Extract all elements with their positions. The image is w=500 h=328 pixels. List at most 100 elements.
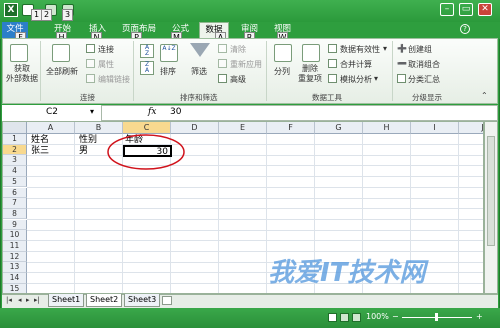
group-separator [266,41,267,101]
grid-hline [27,229,483,231]
row-header-6[interactable]: 6 [3,187,27,198]
vertical-scrollbar[interactable] [484,121,498,294]
grid-hline [27,154,483,156]
text-to-columns-button[interactable]: 分列 [274,66,290,77]
ungroup-icon: ➖ [397,59,407,68]
column-header-F[interactable]: F [267,122,315,134]
column-header-G[interactable]: G [315,122,363,134]
sheet-nav-first-icon[interactable]: |◂ [6,296,12,304]
sheet-tab-sheet1[interactable]: Sheet1 [48,294,85,307]
select-all-corner[interactable] [3,122,27,134]
zoom-in-icon[interactable]: + [476,312,483,321]
connections-icon [86,44,95,53]
annotation-ellipse-shape [107,134,185,170]
data-validation-button[interactable]: 数据有效性 [340,44,380,55]
filter-button[interactable]: 筛选 [191,66,207,77]
what-if-dropdown-icon[interactable]: ▾ [374,74,378,83]
column-header-J[interactable]: J [459,122,483,134]
group-icon: ➕ [397,44,407,53]
grid-hline [27,197,483,199]
name-box[interactable]: C2 ▾ [2,105,102,121]
remove-duplicates-button[interactable]: 删除 重复项 [298,64,322,84]
grid-vline [74,134,75,293]
consolidate-button[interactable]: 合并计算 [340,59,372,70]
group-button[interactable]: 创建组 [408,44,432,55]
filter-icon [190,43,210,57]
fx-icon[interactable]: fx [148,107,156,117]
zoom-level[interactable]: 100% [366,312,389,321]
row-header-11[interactable]: 11 [3,241,27,252]
subtotal-button[interactable]: 分类汇总 [408,74,440,85]
ungroup-button[interactable]: 取消组合 [408,59,440,70]
row-header-8[interactable]: 8 [3,208,27,220]
close-button[interactable]: ✕ [478,3,492,16]
sheet-tab-sheet3[interactable]: Sheet3 [124,294,161,307]
collapse-ribbon-icon[interactable]: ⌃ [481,91,488,100]
sheet-nav-last-icon[interactable]: ▸| [34,296,40,304]
refresh-all-icon [52,44,70,62]
clear-button[interactable]: 清除 [230,44,246,55]
sheet-nav-prev-icon[interactable]: ◂ [18,296,22,304]
row-header-15[interactable]: 15 [3,283,27,293]
grid-vline [266,134,267,293]
normal-view-icon[interactable] [328,313,337,322]
connections-button[interactable]: 连接 [98,44,114,55]
reapply-button[interactable]: 重新应用 [230,59,262,70]
group-connections-label: 连接 [80,93,95,102]
row-header-4[interactable]: 4 [3,166,27,177]
cell-B2[interactable]: 男 [79,146,88,156]
row-header-9[interactable]: 9 [3,219,27,231]
properties-button[interactable]: 属性 [98,59,114,70]
sheet-tab-sheet2[interactable]: Sheet2 [86,294,123,307]
row-header-14[interactable]: 14 [3,273,27,284]
get-external-data-button[interactable]: 获取 外部数据 [6,64,38,84]
data-validation-dropdown-icon[interactable]: ▾ [383,44,387,53]
page-layout-view-icon[interactable] [340,313,349,322]
what-if-button[interactable]: 模拟分析 [340,74,372,85]
grid-hline [27,176,483,178]
minimize-button[interactable]: – [440,3,454,16]
edit-links-button[interactable]: 编辑链接 [98,74,130,85]
zoom-out-icon[interactable]: − [392,312,399,321]
help-icon[interactable]: ? [460,24,470,34]
grid-hline [27,208,483,210]
formula-input[interactable]: 30 [170,107,181,117]
sort-ascending-icon[interactable]: AZ [140,44,154,58]
column-header-H[interactable]: H [363,122,411,134]
row-header-2[interactable]: 2 [3,144,27,156]
consolidate-icon [328,59,337,68]
insert-sheet-icon[interactable] [162,296,172,305]
sort-descending-icon[interactable]: ZA [140,61,154,75]
row-header-5[interactable]: 5 [3,176,27,188]
row-header-12[interactable]: 12 [3,251,27,263]
group-sort-filter-label: 排序和筛选 [180,93,218,102]
sheet-tab-label: Sheet2 [90,295,119,304]
name-box-dropdown-icon[interactable]: ▾ [90,107,94,116]
edit-links-icon [86,74,95,83]
row-header-10[interactable]: 10 [3,230,27,241]
refresh-all-button[interactable]: 全部刷新 [46,66,78,77]
maximize-button[interactable]: ▭ [459,3,473,16]
qat-key-2: 2 [41,9,52,21]
page-break-view-icon[interactable] [352,313,361,322]
vertical-scroll-thumb[interactable] [487,136,495,246]
grid-hline [27,240,483,242]
row-header-7[interactable]: 7 [3,198,27,209]
cell-A1[interactable]: 姓名 [31,135,49,145]
group-separator [392,41,393,101]
column-header-A[interactable]: A [27,122,75,134]
sort-button[interactable]: 排序 [160,66,176,77]
column-header-I[interactable]: I [411,122,459,134]
column-header-E[interactable]: E [219,122,267,134]
worksheet-grid[interactable]: ABCDEFGHIJ 1 2 3 4 5 6 7 8 9 10 11 12 13 14 15 姓名 性别 年… [2,121,484,294]
cell-A2[interactable]: 张三 [31,146,49,156]
row-header-3[interactable]: 3 [3,155,27,166]
status-bar: 100% − + [0,308,500,328]
advanced-button[interactable]: 高级 [230,74,246,85]
row-header-13[interactable]: 13 [3,262,27,273]
watermark: 我爱IT技术网 [268,258,426,288]
cell-B1[interactable]: 性别 [79,135,97,145]
sheet-nav-next-icon[interactable]: ▸ [26,296,30,304]
row-header-1[interactable]: 1 [3,134,27,145]
zoom-slider-thumb[interactable] [435,313,438,321]
